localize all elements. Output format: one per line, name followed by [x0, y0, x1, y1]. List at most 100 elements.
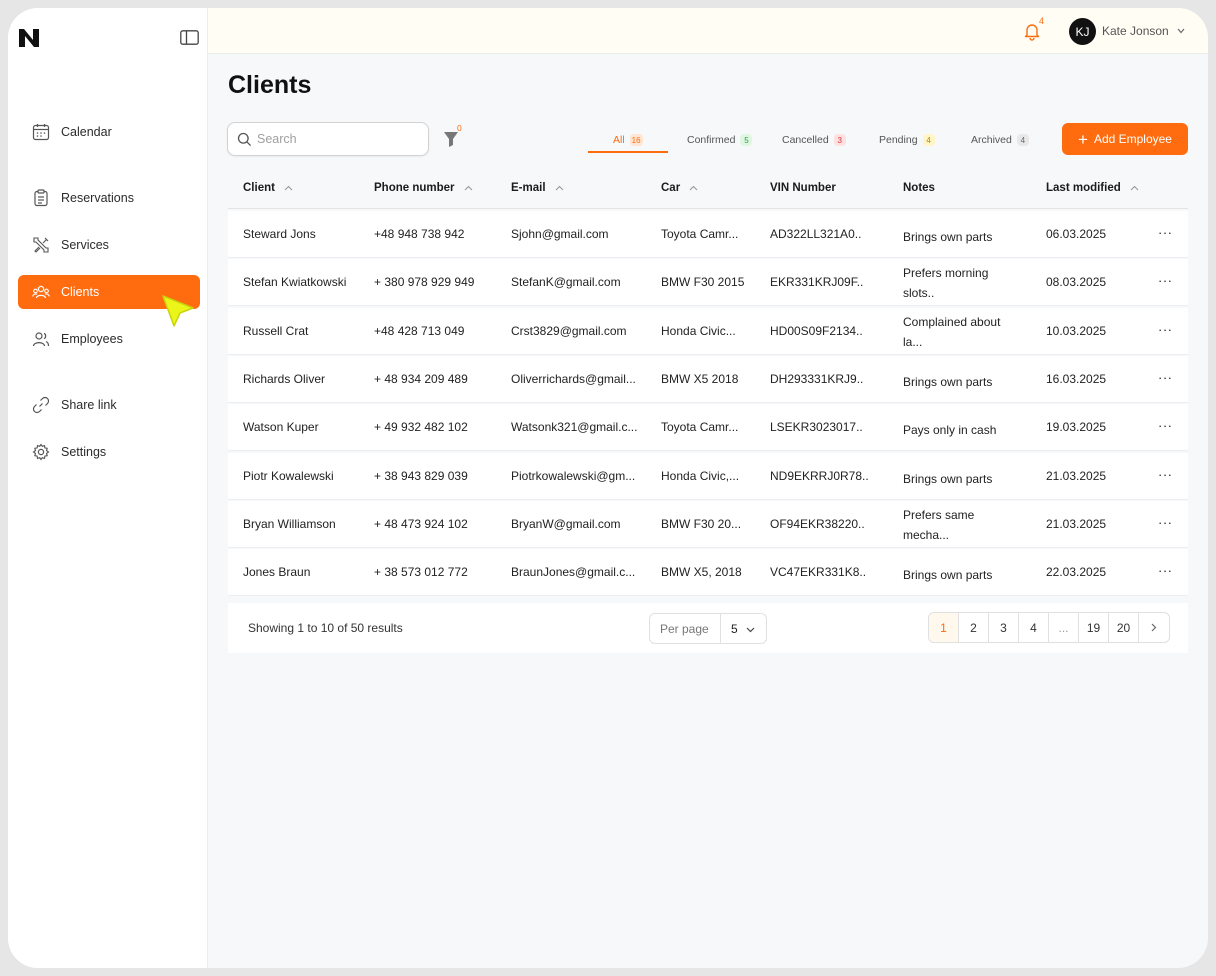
next-page-icon[interactable] — [1139, 613, 1169, 642]
search-input[interactable] — [257, 130, 422, 148]
calendar-icon — [32, 123, 50, 141]
cell-client: Steward Jons — [243, 227, 316, 241]
sidebar-item-services[interactable]: Services — [18, 228, 200, 262]
gear-icon — [32, 443, 50, 461]
sort-icon[interactable] — [689, 185, 698, 191]
more-options-icon[interactable]: ··· — [1158, 370, 1173, 385]
clients-icon — [32, 283, 50, 301]
cell-car: BMW F30 20... — [661, 516, 742, 531]
column-header-last-modified[interactable]: Last modified — [1046, 182, 1139, 194]
page-button[interactable]: 20 — [1109, 613, 1139, 642]
table-row[interactable]: Piotr Kowalewski + 38 943 829 039 Piotrkow… — [228, 452, 1188, 500]
add-employee-button[interactable]: + Add Employee — [1062, 123, 1188, 155]
cell-phone: + 38 573 012 772 — [374, 565, 468, 580]
sort-icon[interactable] — [464, 185, 473, 191]
more-options-icon[interactable]: ··· — [1158, 273, 1173, 288]
cell-car: BMW X5, 2018 — [661, 565, 742, 580]
column-header-car[interactable]: Car — [661, 182, 698, 194]
tab-label: Pending — [879, 134, 918, 146]
sidebar-item-label: Reservations — [61, 191, 134, 205]
cell-notes: Brings own parts — [903, 230, 993, 244]
cell-last-modified: 22.03.2025 — [1046, 565, 1107, 580]
column-header-email[interactable]: E-mail — [511, 182, 564, 194]
cell-car: Toyota Camr... — [661, 420, 739, 435]
column-label: E-mail — [511, 182, 546, 194]
sort-icon[interactable] — [284, 185, 293, 191]
tab-cancelled[interactable]: Cancelled 3 — [782, 128, 846, 152]
tab-all[interactable]: All 16 — [613, 128, 643, 152]
table-row[interactable]: Jones Braun + 38 573 012 772 BraunJones@gm… — [228, 549, 1188, 597]
tab-label: All — [613, 134, 625, 146]
cell-notes: Brings own parts — [903, 374, 993, 389]
page-button[interactable]: 19 — [1079, 613, 1109, 642]
more-options-icon[interactable]: ··· — [1158, 467, 1173, 482]
sidebar-item-settings[interactable]: Settings — [18, 435, 200, 469]
cell-phone: +48 428 713 049 — [374, 323, 465, 338]
cell-client: Jones Braun — [243, 565, 311, 580]
cell-email: BraunJones@gmail.c... — [511, 565, 636, 580]
cell-notes: Pays only in cash — [903, 423, 997, 438]
tab-pending[interactable]: Pending 4 — [879, 128, 935, 152]
tab-confirmed[interactable]: Confirmed 5 — [687, 128, 753, 152]
pointer-cursor-icon — [162, 295, 194, 327]
table-row[interactable]: Watson Kuper + 49 932 482 102 Watsonk321@g… — [228, 404, 1188, 452]
more-options-icon[interactable]: ··· — [1158, 515, 1173, 530]
more-options-icon[interactable]: ··· — [1158, 225, 1173, 240]
search-box[interactable] — [227, 122, 429, 156]
cell-client: Bryan Williamson — [243, 516, 336, 531]
cell-phone: +48 948 738 942 — [374, 227, 465, 241]
page-button[interactable]: 1 — [929, 613, 959, 642]
sidebar-item-reservations[interactable]: Reservations — [18, 181, 200, 215]
cell-email: Sjohn@gmail.com — [511, 227, 609, 241]
top-bar: 4 KJ Kate Jonson — [208, 8, 1208, 54]
page-button[interactable]: 2 — [959, 613, 989, 642]
chevron-down-icon[interactable] — [1177, 28, 1185, 34]
tab-label: Archived — [971, 134, 1012, 146]
n-logo-icon[interactable] — [18, 28, 40, 48]
cell-vin: DH293331KRJ9.. — [770, 371, 864, 386]
sidebar-item-label: Settings — [61, 445, 107, 459]
sidebar-item-share-link[interactable]: Share link — [18, 388, 200, 422]
sidebar-toggle-icon[interactable] — [180, 30, 199, 45]
per-page-select[interactable]: Per page 5 — [649, 613, 767, 644]
more-options-icon[interactable]: ··· — [1158, 418, 1173, 433]
sidebar-item-calendar[interactable]: Calendar — [18, 115, 200, 149]
table-row[interactable]: Russell Crat +48 428 713 049 Crst3829@gmai… — [228, 307, 1188, 355]
cell-last-modified: 21.03.2025 — [1046, 468, 1107, 483]
sidebar-item-label: Services — [61, 238, 109, 252]
cell-last-modified: 21.03.2025 — [1046, 516, 1107, 531]
cell-email: Crst3829@gmail.com — [511, 323, 627, 338]
app-window: Calendar Reservations Services Clients E — [8, 8, 1208, 968]
cell-notes: Brings own parts — [903, 568, 993, 583]
page-button[interactable]: 4 — [1019, 613, 1049, 642]
sort-icon[interactable] — [555, 185, 564, 191]
sort-icon[interactable] — [1130, 185, 1139, 191]
cell-vin: VC47EKR331K8.. — [770, 565, 867, 580]
tab-count-badge: 3 — [833, 134, 846, 146]
column-header-phone[interactable]: Phone number — [374, 182, 473, 194]
column-label: VIN Number — [770, 182, 836, 194]
cell-vin: LSEKR3023017.. — [770, 420, 863, 435]
more-options-icon[interactable]: ··· — [1158, 322, 1173, 337]
user-name[interactable]: Kate Jonson — [1102, 24, 1169, 38]
cell-phone: + 38 943 829 039 — [374, 468, 468, 483]
cell-email: BryanW@gmail.com — [511, 516, 621, 531]
sidebar-item-label: Share link — [61, 398, 117, 412]
cell-car: Honda Civic,... — [661, 468, 740, 483]
table-row[interactable]: Richards Oliver + 48 934 209 489 Oliverric… — [228, 355, 1188, 403]
cell-email: Watsonk321@gmail.c... — [511, 420, 638, 435]
page-button[interactable]: 3 — [989, 613, 1019, 642]
table-row[interactable]: Steward Jons +48 948 738 942 Sjohn@gmail.c… — [228, 211, 1188, 258]
more-options-icon[interactable]: ··· — [1158, 563, 1173, 578]
cell-client: Watson Kuper — [243, 420, 319, 435]
tab-archived[interactable]: Archived 4 — [971, 128, 1029, 152]
column-header-notes[interactable]: Notes — [903, 182, 935, 194]
avatar[interactable]: KJ — [1069, 18, 1096, 45]
cell-email: Piotrkowalewski@gm... — [511, 468, 636, 483]
table-row[interactable]: Stefan Kwiatkowski + 380 978 929 949 Stefa… — [228, 259, 1188, 307]
cell-email: Oliverrichards@gmail... — [511, 371, 636, 386]
column-header-vin[interactable]: VIN Number — [770, 182, 836, 194]
tab-label: Cancelled — [782, 134, 829, 146]
column-header-client[interactable]: Client — [243, 182, 293, 194]
table-row[interactable]: Bryan Williamson + 48 473 924 102 BryanW@g… — [228, 500, 1188, 548]
